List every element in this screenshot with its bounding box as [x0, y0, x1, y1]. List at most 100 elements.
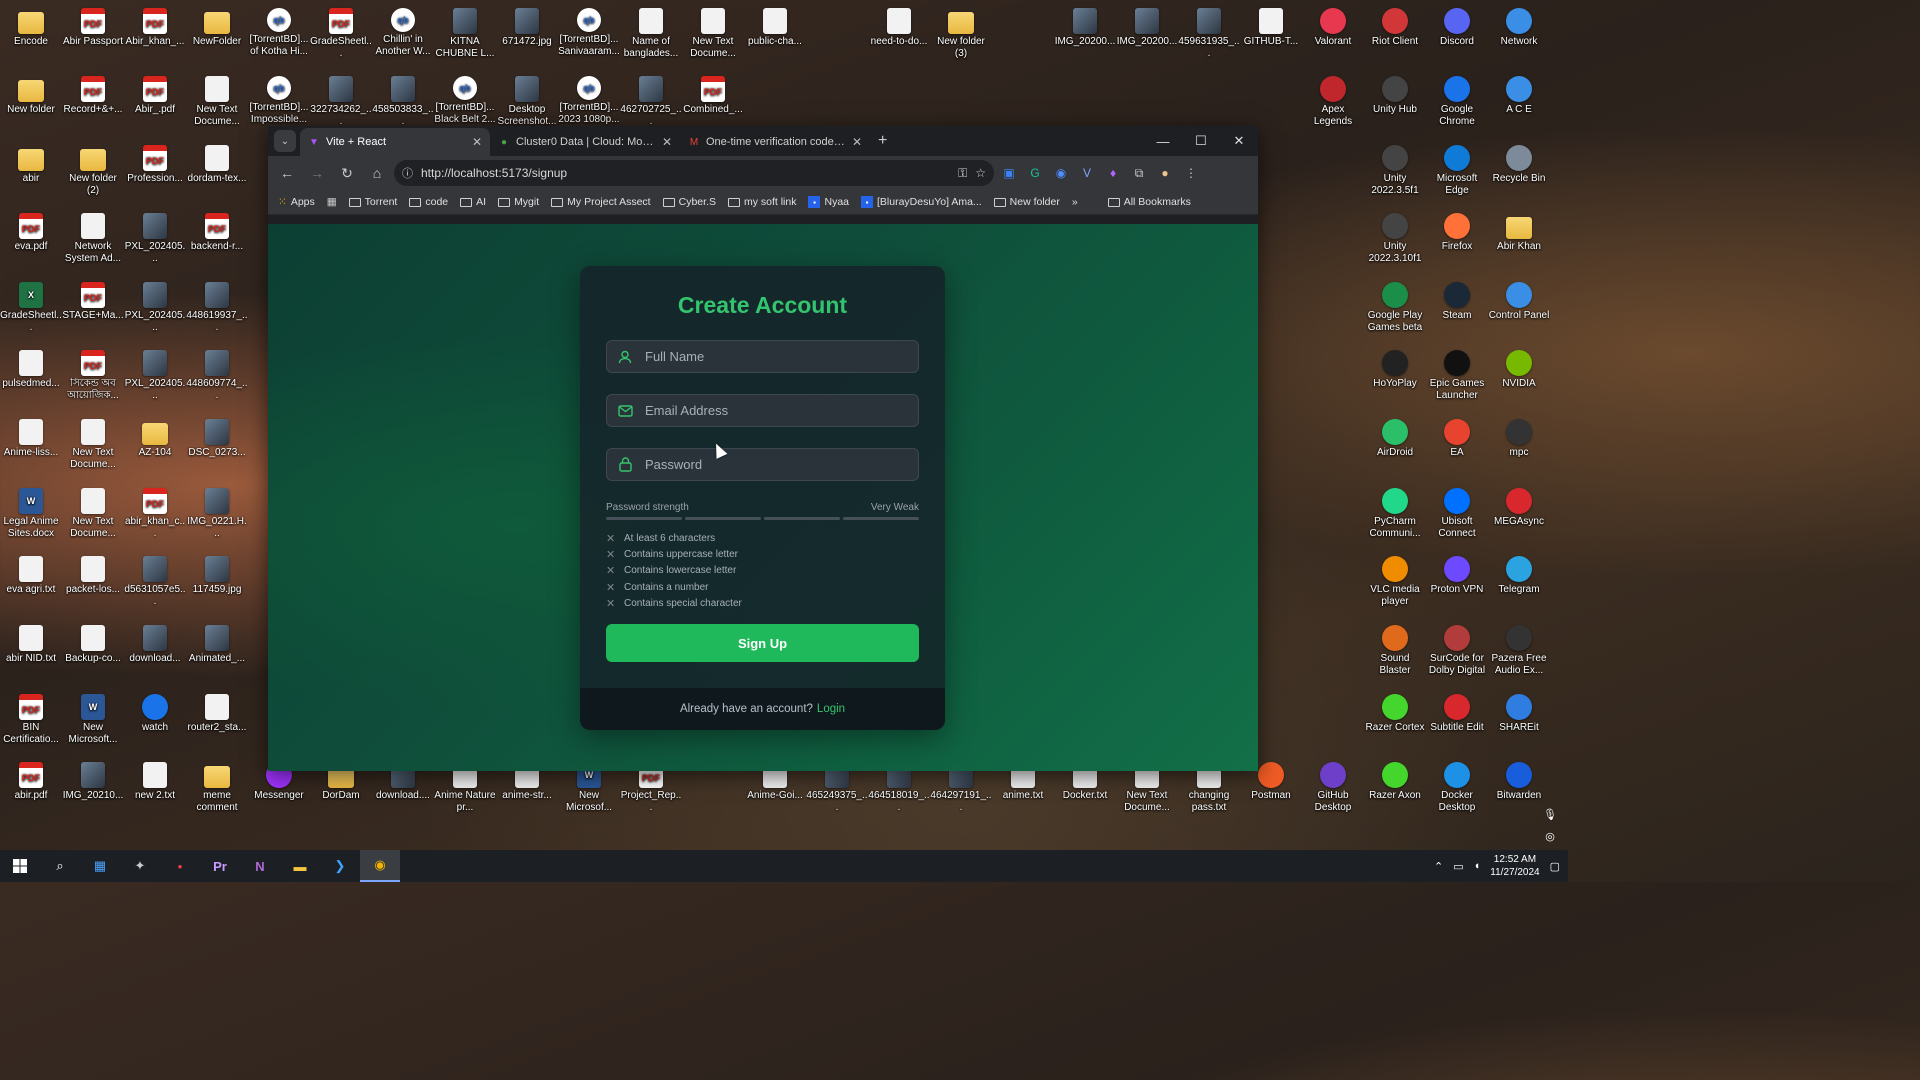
- desktop-icon[interactable]: Firefox: [1426, 213, 1488, 253]
- bookmark-item[interactable]: Mygit: [498, 196, 539, 208]
- desktop-icon[interactable]: Razer Axon: [1364, 762, 1426, 802]
- volume-icon[interactable]: ◖: [1474, 860, 1481, 872]
- bookmark-item[interactable]: New folder: [993, 196, 1060, 208]
- desktop-icon[interactable]: Sound Blaster Connect 2: [1364, 625, 1426, 677]
- desktop-icon[interactable]: DSC_0273...: [186, 419, 248, 459]
- desktop-icon[interactable]: qb [TorrentBD]... Sanivaaram...: [558, 8, 620, 58]
- desktop-icon[interactable]: d5631057e5...: [124, 556, 186, 608]
- bookmark-item[interactable]: my soft link: [727, 196, 796, 208]
- desktop-icon[interactable]: KITNA CHUBNE L...: [434, 8, 496, 60]
- desktop-icon[interactable]: PDF eva.pdf: [0, 213, 62, 253]
- bookmark-item[interactable]: ▪ [BlurayDesuYo] Ama...: [861, 196, 982, 208]
- microsoft-store-icon[interactable]: ▦: [80, 850, 120, 882]
- desktop-icon[interactable]: Google Play Games beta: [1364, 282, 1426, 334]
- more-bookmarks-button[interactable]: »: [1072, 196, 1078, 208]
- desktop-icon[interactable]: PDF Record+&+...: [62, 76, 124, 116]
- desktop-icon[interactable]: abir NID.txt: [0, 625, 62, 665]
- desktop-icon[interactable]: PDF abir.pdf: [0, 762, 62, 802]
- desktop-icon[interactable]: New Text Docume...: [62, 488, 124, 540]
- desktop-icon[interactable]: Valorant: [1302, 8, 1364, 48]
- notifications-icon[interactable]: ▢: [1550, 860, 1560, 873]
- desktop-icon[interactable]: Razer Cortex: [1364, 694, 1426, 734]
- desktop-icon[interactable]: W Legal Anime Sites.docx: [0, 488, 62, 540]
- desktop-icon[interactable]: X GradeSheetl...: [0, 282, 62, 334]
- tab-search-button[interactable]: ⌄: [274, 130, 296, 152]
- desktop-icon[interactable]: PDF Combined_...: [682, 76, 744, 116]
- desktop-icon[interactable]: Discord: [1426, 8, 1488, 48]
- bookmark-item[interactable]: code: [409, 196, 448, 208]
- desktop-icon[interactable]: PDF Abir_.pdf: [124, 76, 186, 116]
- desktop-icon[interactable]: 322734262_...: [310, 76, 372, 128]
- all-bookmarks-button[interactable]: All Bookmarks: [1107, 196, 1191, 208]
- extension-sync-icon[interactable]: ◉: [1050, 162, 1072, 184]
- app-icon[interactable]: ✦: [120, 850, 160, 882]
- desktop-icon[interactable]: PXL_202405...: [124, 213, 186, 265]
- desktop-icon[interactable]: Steam: [1426, 282, 1488, 322]
- desktop-icon[interactable]: HoYoPlay: [1364, 350, 1426, 390]
- desktop-icon[interactable]: EA: [1426, 419, 1488, 459]
- desktop-icon[interactable]: 117459.jpg: [186, 556, 248, 596]
- desktop-icon[interactable]: PDF Abir Passport: [62, 8, 124, 48]
- desktop-icon[interactable]: NewFolder: [186, 8, 248, 48]
- desktop-icon[interactable]: PDF STAGE+Ma...: [62, 282, 124, 322]
- desktop-icon[interactable]: packet-los...: [62, 556, 124, 596]
- email-field[interactable]: [606, 394, 919, 427]
- desktop-icon[interactable]: GITHUB-T...: [1240, 8, 1302, 48]
- desktop-icon[interactable]: AZ-104: [124, 419, 186, 459]
- desktop-icon[interactable]: PXL_202405...: [124, 350, 186, 402]
- network-icon[interactable]: ▭: [1453, 860, 1463, 873]
- desktop-icon[interactable]: new 2.txt: [124, 762, 186, 802]
- desktop-icon[interactable]: PDF abir_khan_c...: [124, 488, 186, 540]
- desktop-icon[interactable]: PDF GradeSheetl...: [310, 8, 372, 60]
- desktop-icon[interactable]: VLC media player: [1364, 556, 1426, 608]
- search-icon[interactable]: ⌕: [40, 850, 80, 882]
- file-explorer-icon[interactable]: ▬: [280, 850, 320, 882]
- desktop-icon[interactable]: Network: [1488, 8, 1550, 48]
- password-input[interactable]: [643, 456, 907, 473]
- desktop-icon[interactable]: Subtitle Edit: [1426, 694, 1488, 734]
- windows-start-icon[interactable]: [0, 850, 40, 882]
- desktop-icon[interactable]: Bitwarden: [1488, 762, 1550, 802]
- desktop-icon[interactable]: public-cha...: [744, 8, 806, 48]
- full-name-input[interactable]: [643, 348, 907, 365]
- email-input[interactable]: [643, 402, 907, 419]
- desktop-icon[interactable]: AirDroid: [1364, 419, 1426, 459]
- bookmark-item[interactable]: Cyber.S: [662, 196, 716, 208]
- desktop-icon[interactable]: IMG_20200...: [1054, 8, 1116, 48]
- desktop-icon[interactable]: PDF BIN Certificatio...: [0, 694, 62, 746]
- desktop-icon[interactable]: need-to-do...: [868, 8, 930, 48]
- desktop-icon[interactable]: IMG_20210...: [62, 762, 124, 802]
- close-tab-icon[interactable]: ✕: [472, 135, 482, 149]
- site-info-icon[interactable]: ⓘ: [402, 165, 413, 181]
- desktop-icon[interactable]: watch: [124, 694, 186, 734]
- desktop-icon[interactable]: meme comment: [186, 762, 248, 814]
- bookmark-item[interactable]: Torrent: [348, 196, 397, 208]
- desktop-icon[interactable]: Docker Desktop: [1426, 762, 1488, 814]
- forward-icon[interactable]: →: [304, 160, 330, 186]
- desktop-icon[interactable]: qb Chillin' in Another W...: [372, 8, 434, 58]
- desktop-icon[interactable]: dordam-tex...: [186, 145, 248, 185]
- desktop-icon[interactable]: Recycle Bin: [1488, 145, 1550, 185]
- desktop-icon[interactable]: SHAREit: [1488, 694, 1550, 734]
- tab-vite-react[interactable]: ▼ Vite + React ✕: [300, 128, 490, 156]
- extensions-puzzle-icon[interactable]: ⧉: [1128, 162, 1150, 184]
- sign-up-button[interactable]: Sign Up: [606, 624, 919, 662]
- desktop-icon[interactable]: Abir Khan: [1488, 213, 1550, 253]
- desktop-icon[interactable]: NVIDIA: [1488, 350, 1550, 390]
- desktop-icon[interactable]: GitHub Desktop: [1302, 762, 1364, 814]
- desktop-icon[interactable]: 448609774_...: [186, 350, 248, 402]
- bookmark-star-icon[interactable]: ☆: [975, 166, 986, 180]
- desktop-icon[interactable]: Control Panel: [1488, 282, 1550, 322]
- close-tab-icon[interactable]: ✕: [662, 135, 672, 149]
- desktop-icon[interactable]: qb [TorrentBD]... 2023 1080p...: [558, 76, 620, 126]
- password-key-icon[interactable]: ⚿: [958, 166, 967, 181]
- tray-overflow-icon[interactable]: ⌃: [1434, 860, 1443, 873]
- desktop-icon[interactable]: pulsedmed...: [0, 350, 62, 390]
- chrome-icon[interactable]: ◉: [360, 850, 400, 882]
- desktop-icon[interactable]: PXL_202405...: [124, 282, 186, 334]
- desktop-icon[interactable]: qb [TorrentBD]... Impossible...: [248, 76, 310, 126]
- bookmark-item[interactable]: ▦: [327, 196, 337, 208]
- desktop-icon[interactable]: MEGAsync: [1488, 488, 1550, 528]
- extension-flame-icon[interactable]: ♦: [1102, 162, 1124, 184]
- grammarly-icon[interactable]: G: [1024, 162, 1046, 184]
